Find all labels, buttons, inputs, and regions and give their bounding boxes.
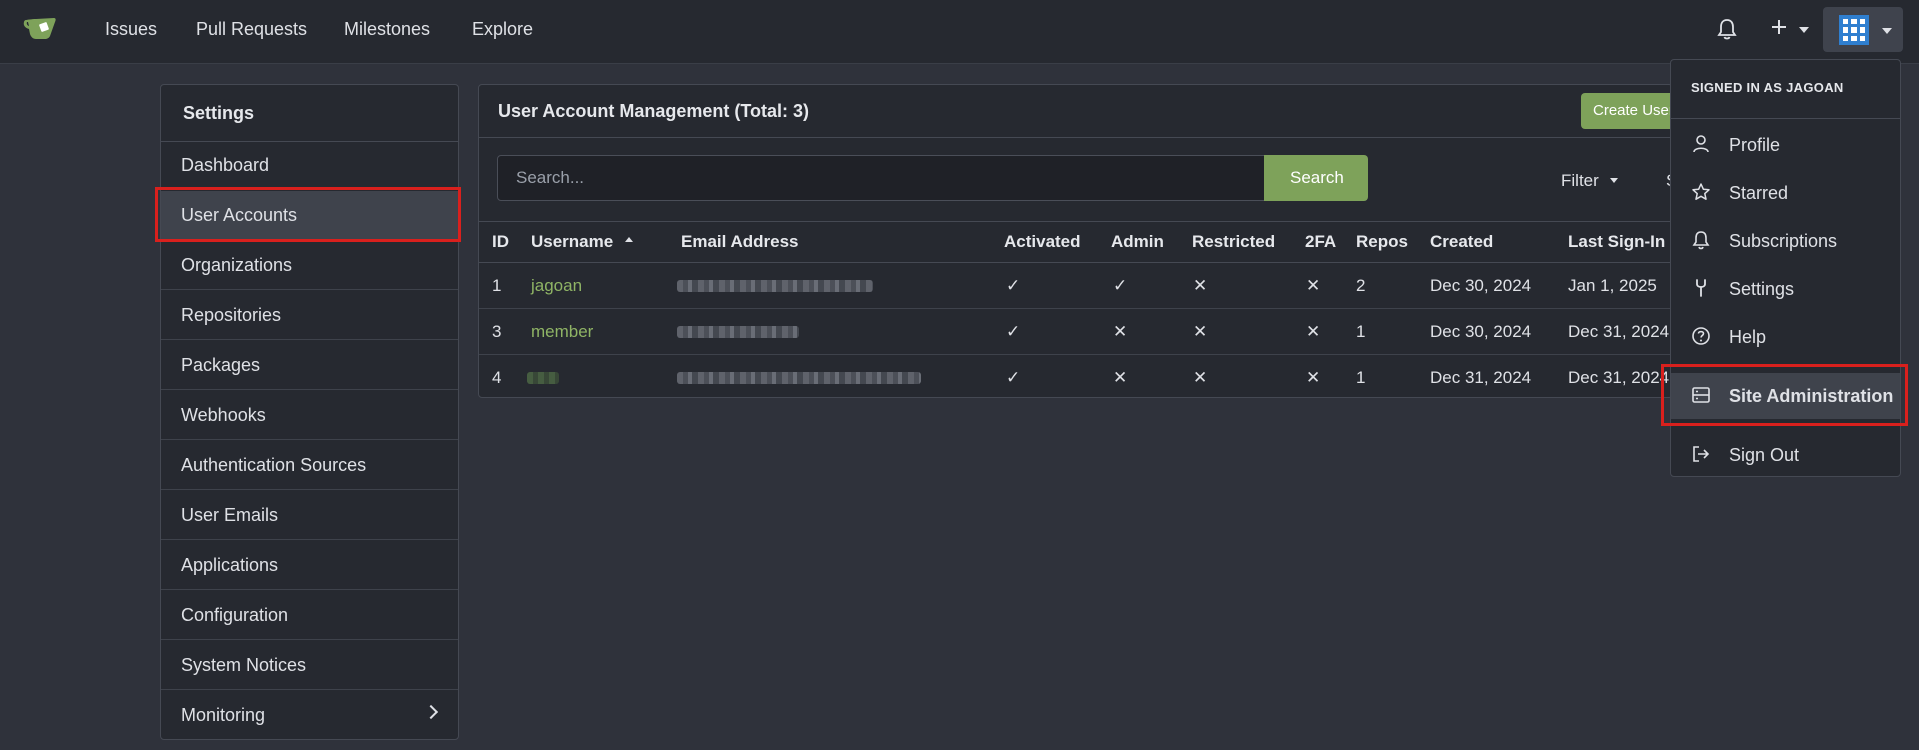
menu-item-starred[interactable]: Starred — [1671, 170, 1900, 216]
username-link[interactable]: jagoan — [531, 276, 582, 296]
sort-ascending-icon — [625, 237, 634, 243]
x-icon: ✕ — [1193, 322, 1208, 341]
sidebar-item-repositories[interactable]: Repositories — [161, 291, 458, 340]
col-username[interactable]: Username — [531, 232, 634, 252]
nav-issues[interactable]: Issues — [105, 19, 157, 40]
x-icon: ✕ — [1306, 276, 1321, 295]
x-icon: ✕ — [1193, 276, 1208, 295]
x-icon: ✕ — [1113, 368, 1128, 387]
sidebar-item-dashboard[interactable]: Dashboard — [161, 141, 458, 190]
page-title: User Account Management (Total: 3) — [498, 101, 810, 121]
col-id[interactable]: ID — [492, 232, 509, 252]
x-icon: ✕ — [1306, 322, 1321, 341]
table-header: ID Username Email Address Activated Admi… — [479, 221, 1672, 263]
chevron-right-icon — [423, 704, 439, 720]
plus-icon — [1772, 20, 1786, 34]
col-admin[interactable]: Admin — [1111, 232, 1164, 252]
sidebar-item-applications[interactable]: Applications — [161, 541, 458, 590]
search-input[interactable] — [497, 155, 1265, 201]
menu-item-help[interactable]: Help — [1671, 314, 1900, 360]
check-icon: ✓ — [1006, 276, 1021, 295]
bell-icon — [1692, 231, 1710, 250]
bell-icon[interactable] — [1716, 17, 1738, 41]
username-link[interactable]: member — [531, 322, 593, 342]
sidebar-item-user-emails[interactable]: User Emails — [161, 491, 458, 540]
nav-milestones[interactable]: Milestones — [344, 19, 430, 40]
create-user-button[interactable]: Create User — [1581, 93, 1672, 129]
table-row: 1 jagoan ✓ ✓ ✕ ✕ 2 Dec 30, 2024 Jan 1, 2… — [479, 262, 1672, 309]
menu-item-settings[interactable]: Settings — [1671, 266, 1900, 312]
nav-explore[interactable]: Explore — [472, 19, 533, 40]
redacted-email — [677, 326, 799, 338]
panel-header: User Account Management (Total: 3) Creat… — [479, 85, 1672, 138]
signed-in-header: SIGNED IN AS JAGOAN — [1691, 80, 1844, 95]
gitea-logo-icon[interactable] — [22, 12, 60, 44]
create-new-menu[interactable] — [1768, 16, 1812, 42]
avatar — [1839, 15, 1869, 45]
redacted-username[interactable] — [527, 372, 559, 384]
menu-item-sign-out[interactable]: Sign Out — [1671, 432, 1900, 478]
sidebar-item-webhooks[interactable]: Webhooks — [161, 391, 458, 440]
user-menu-button[interactable] — [1823, 7, 1903, 52]
filter-dropdown[interactable]: Filter — [1561, 171, 1618, 191]
highlight-box-site-administration — [1661, 364, 1908, 426]
col-2fa[interactable]: 2FA — [1305, 232, 1336, 252]
chevron-down-icon — [1882, 28, 1892, 34]
menu-item-profile[interactable]: Profile — [1671, 122, 1900, 168]
chevron-down-icon — [1799, 27, 1809, 33]
person-icon — [1693, 135, 1709, 153]
sidebar-item-configuration[interactable]: Configuration — [161, 591, 458, 640]
search-button[interactable]: Search — [1264, 155, 1368, 201]
sidebar-item-system-notices[interactable]: System Notices — [161, 641, 458, 690]
x-icon: ✕ — [1306, 368, 1321, 387]
chevron-down-icon — [1609, 178, 1618, 183]
sidebar-item-authentication-sources[interactable]: Authentication Sources — [161, 441, 458, 490]
col-repos[interactable]: Repos — [1356, 232, 1408, 252]
menu-item-subscriptions[interactable]: Subscriptions — [1671, 218, 1900, 264]
table-row: 4 ✓ ✕ ✕ ✕ 1 Dec 31, 2024 Dec 31, 2024 — [492, 368, 1670, 387]
table-row: 3 member ✓ ✕ ✕ ✕ 1 Dec 30, 2024 Dec 31, … — [479, 308, 1672, 355]
col-created[interactable]: Created — [1430, 232, 1493, 252]
check-icon: ✓ — [1006, 322, 1021, 341]
sidebar-item-packages[interactable]: Packages — [161, 341, 458, 390]
col-last-signin[interactable]: Last Sign-In — [1568, 232, 1665, 252]
sidebar-item-monitoring[interactable]: Monitoring — [161, 691, 458, 740]
col-restricted[interactable]: Restricted — [1192, 232, 1275, 252]
check-icon: ✓ — [1113, 276, 1128, 295]
nav-pull-requests[interactable]: Pull Requests — [196, 19, 307, 40]
sidebar-item-organizations[interactable]: Organizations — [161, 241, 458, 290]
x-icon: ✕ — [1193, 368, 1208, 387]
col-activated[interactable]: Activated — [1004, 232, 1081, 252]
tools-icon — [1696, 279, 1706, 297]
question-icon — [1692, 327, 1710, 345]
top-navbar: Issues Pull Requests Milestones Explore — [0, 0, 1919, 64]
col-email[interactable]: Email Address — [681, 232, 798, 252]
highlight-box-user-accounts — [155, 187, 461, 242]
x-icon: ✕ — [1113, 322, 1128, 341]
redacted-email — [677, 372, 921, 384]
user-account-panel: User Account Management (Total: 3) Creat… — [478, 84, 1673, 398]
sidebar-title: Settings — [161, 85, 458, 142]
sign-out-icon — [1693, 446, 1710, 462]
settings-sidebar: Settings Dashboard User Accounts Organiz… — [160, 84, 459, 740]
divider — [1671, 118, 1900, 119]
check-icon: ✓ — [1006, 368, 1021, 387]
redacted-email — [677, 280, 873, 292]
star-icon — [1692, 183, 1710, 200]
